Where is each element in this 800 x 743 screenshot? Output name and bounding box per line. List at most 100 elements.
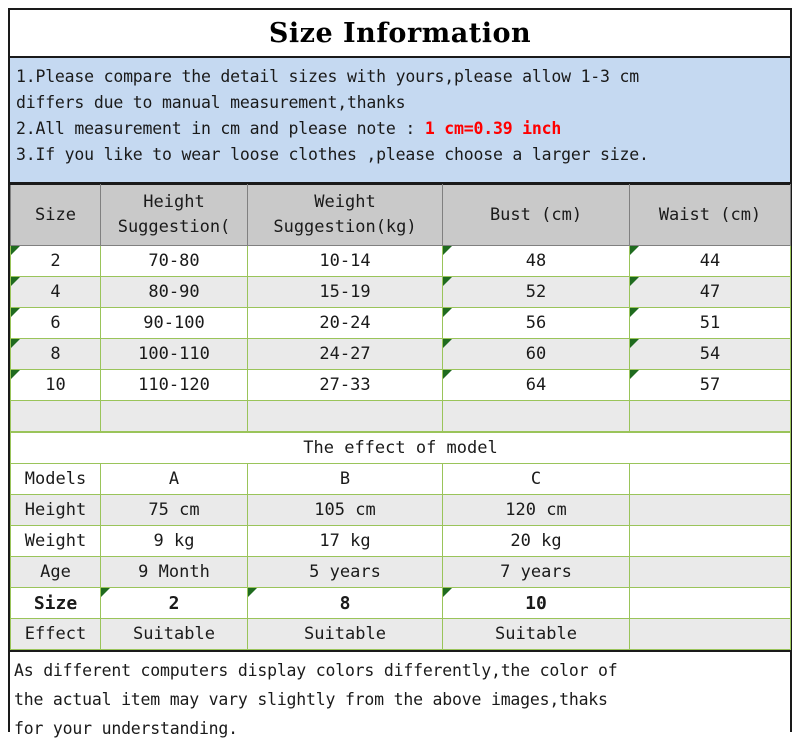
cell-size: 4	[10, 276, 101, 308]
model-row-label: Effect	[10, 618, 101, 650]
model-row-weight: Weight 9 kg 17 kg 20 kg	[10, 525, 791, 557]
cell-weight: 24-27	[247, 338, 443, 370]
model-cell-empty	[629, 525, 791, 557]
spacer-cell	[247, 400, 443, 432]
cell-waist: 51	[629, 307, 791, 339]
cell-weight: 20-24	[247, 307, 443, 339]
model-effect-body: The effect of model Models A B C Height …	[10, 432, 791, 650]
cell-waist: 57	[629, 369, 791, 401]
model-cell-a: 75 cm	[100, 494, 248, 526]
model-cell-c: 7 years	[442, 556, 630, 588]
column-header-weight-suggestion: Weight Suggestion(kg)	[247, 184, 443, 246]
cell-bust: 48	[442, 245, 630, 277]
cell-bust: 64	[442, 369, 630, 401]
cell-height: 110-120	[100, 369, 248, 401]
size-chart-header: Size Height Suggestion( Weight Suggestion(…	[10, 184, 791, 246]
model-cell-empty	[629, 463, 791, 495]
model-row-label: Age	[10, 556, 101, 588]
model-cell-empty	[629, 618, 791, 650]
model-cell-c: 10	[442, 587, 630, 619]
note-line-4: 3.If you like to wear loose clothes ,ple…	[16, 145, 649, 164]
table-row-spacer	[10, 400, 791, 432]
model-cell-a: 9 Month	[100, 556, 248, 588]
model-section-banner: The effect of model	[10, 432, 791, 464]
sheet-frame: Size Information 1.Please compare the de…	[8, 8, 792, 743]
table-row: 8 100-110 24-27 60 54	[10, 338, 791, 370]
cell-height: 90-100	[100, 307, 248, 339]
cell-waist: 44	[629, 245, 791, 277]
model-effect-table: The effect of model Models A B C Height …	[10, 432, 791, 650]
model-row-label: Weight	[10, 525, 101, 557]
model-cell-empty	[629, 494, 791, 526]
model-cell-c: 120 cm	[442, 494, 630, 526]
disclaimer-line-2: the actual item may vary slightly from t…	[14, 690, 608, 709]
model-row-label: Size	[10, 587, 101, 619]
cell-height: 80-90	[100, 276, 248, 308]
header-weight-line2: Suggestion(kg)	[273, 217, 417, 237]
model-cell-c: 20 kg	[442, 525, 630, 557]
model-row-size: Size 2 8 10	[10, 587, 791, 619]
column-header-bust: Bust (cm)	[442, 184, 630, 246]
cell-bust: 60	[442, 338, 630, 370]
model-cell-b: 8	[247, 587, 443, 619]
cell-size: 6	[10, 307, 101, 339]
table-row: 6 90-100 20-24 56 51	[10, 307, 791, 339]
model-cell-b: 105 cm	[247, 494, 443, 526]
column-header-height-suggestion: Height Suggestion(	[100, 184, 248, 246]
header-weight-line1: Weight	[314, 192, 376, 212]
table-row: 10 110-120 27-33 64 57	[10, 369, 791, 401]
column-header-waist: Waist (cm)	[629, 184, 791, 246]
model-cell-empty	[629, 556, 791, 588]
cell-height: 70-80	[100, 245, 248, 277]
cell-bust: 56	[442, 307, 630, 339]
cell-waist: 47	[629, 276, 791, 308]
cell-weight: 15-19	[247, 276, 443, 308]
model-cell-b: 17 kg	[247, 525, 443, 557]
model-row-height: Height 75 cm 105 cm 120 cm	[10, 494, 791, 526]
cell-bust: 52	[442, 276, 630, 308]
model-cell-a: 2	[100, 587, 248, 619]
notes-panel: 1.Please compare the detail sizes with y…	[10, 58, 790, 184]
column-header-size: Size	[10, 184, 101, 246]
note-line-2: differs due to manual measurement,thanks	[16, 93, 406, 112]
cm-to-inch-conversion: 1 cm=0.39 inch	[424, 119, 562, 138]
table-header-row: Size Height Suggestion( Weight Suggestion(…	[10, 184, 791, 246]
model-cell-b: 5 years	[247, 556, 443, 588]
header-height-line2: Suggestion(	[117, 217, 231, 237]
model-cell-c: C	[442, 463, 630, 495]
model-cell-c: Suitable	[442, 618, 630, 650]
model-row-effect: Effect Suitable Suitable Suitable	[10, 618, 791, 650]
page-title: Size Information	[268, 17, 532, 49]
disclaimer-panel: As different computers display colors di…	[10, 650, 790, 743]
cell-size: 8	[10, 338, 101, 370]
cell-waist: 54	[629, 338, 791, 370]
spacer-cell	[629, 400, 791, 432]
model-row-models: Models A B C	[10, 463, 791, 495]
model-banner-row: The effect of model	[10, 432, 791, 464]
model-cell-b: B	[247, 463, 443, 495]
note-line-3: 2.All measurement in cm and please note …	[16, 116, 784, 142]
model-cell-a: A	[100, 463, 248, 495]
spacer-cell	[10, 400, 101, 432]
size-information-sheet: Size Information 1.Please compare the de…	[0, 0, 800, 743]
size-chart-body: 2 70-80 10-14 48 44 4 80-90 15-19 52 47 …	[10, 245, 791, 432]
cell-height: 100-110	[100, 338, 248, 370]
disclaimer-line-1: As different computers display colors di…	[14, 661, 618, 680]
disclaimer-line-3: for your understanding.	[14, 719, 238, 738]
spacer-cell	[442, 400, 630, 432]
cell-size: 10	[10, 369, 101, 401]
note-line-1: 1.Please compare the detail sizes with y…	[16, 67, 639, 86]
cell-weight: 10-14	[247, 245, 443, 277]
header-height-line1: Height	[143, 192, 205, 212]
spacer-cell	[100, 400, 248, 432]
model-cell-a: 9 kg	[100, 525, 248, 557]
model-cell-a: Suitable	[100, 618, 248, 650]
cell-weight: 27-33	[247, 369, 443, 401]
model-row-label: Models	[10, 463, 101, 495]
cell-size: 2	[10, 245, 101, 277]
size-chart-table: Size Height Suggestion( Weight Suggestion(…	[10, 184, 791, 432]
model-cell-b: Suitable	[247, 618, 443, 650]
note-line-3-prefix: 2.All measurement in cm and please note …	[16, 119, 425, 138]
table-row: 2 70-80 10-14 48 44	[10, 245, 791, 277]
title-bar: Size Information	[10, 10, 790, 58]
